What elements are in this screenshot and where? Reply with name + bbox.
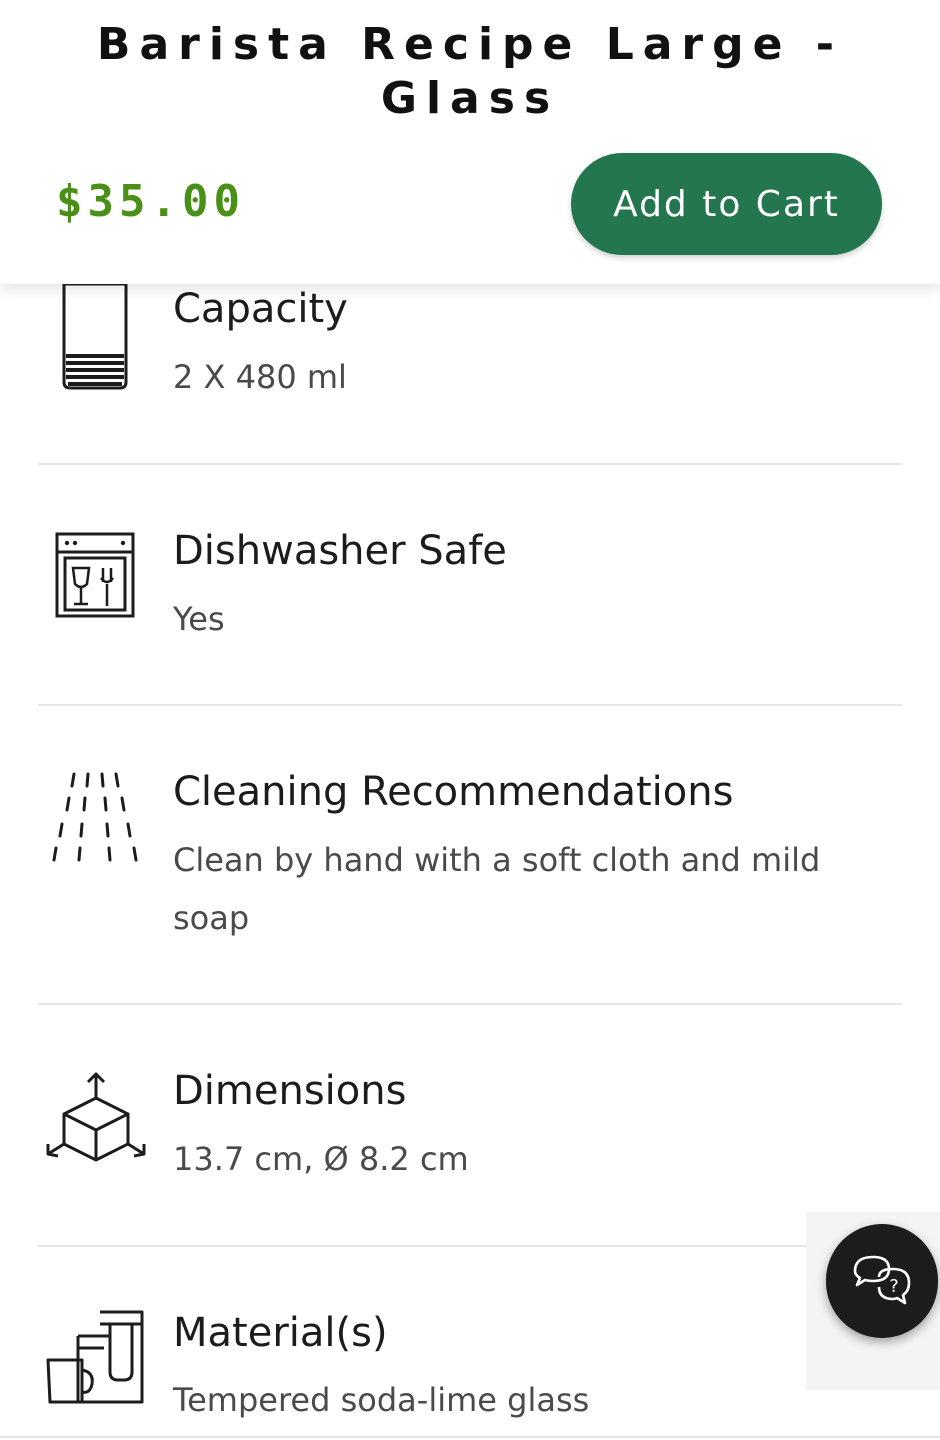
- spec-value: 13.7 cm, Ø 8.2 cm: [173, 1140, 469, 1178]
- spec-value: Tempered soda-lime glass: [173, 1381, 590, 1419]
- chat-help-icon: ?: [849, 1251, 915, 1311]
- chat-help-button[interactable]: ?: [826, 1224, 938, 1338]
- divider: [38, 1245, 902, 1247]
- spec-label: Capacity: [173, 286, 348, 332]
- spec-label: Material(s): [173, 1310, 388, 1356]
- cube-dimensions-icon: [44, 1070, 154, 1164]
- spec-value: Clean by hand with a soft cloth and mild…: [173, 841, 821, 937]
- divider: [38, 1003, 902, 1005]
- divider: [38, 704, 902, 706]
- divider: [38, 463, 902, 465]
- spec-label: Dishwasher Safe: [173, 528, 507, 574]
- spec-value: 2 X 480 ml: [173, 358, 347, 396]
- spec-value: Yes: [173, 600, 225, 638]
- product-title: Barista Recipe Large - Glass: [96, 19, 844, 124]
- dishwasher-icon: [55, 532, 165, 620]
- glass-icon: [60, 282, 170, 392]
- glassware-stack-icon: [44, 1310, 154, 1406]
- divider: [0, 1436, 940, 1438]
- product-header: Barista Recipe Large - Glass $35.00 Add …: [0, 0, 940, 284]
- add-to-cart-button[interactable]: Add to Cart: [571, 153, 882, 255]
- spec-label: Dimensions: [173, 1068, 407, 1114]
- spec-label: Cleaning Recommendations: [173, 769, 734, 815]
- water-spray-icon: [48, 770, 158, 866]
- product-price: $35.00: [56, 176, 245, 227]
- svg-text:?: ?: [889, 1276, 899, 1297]
